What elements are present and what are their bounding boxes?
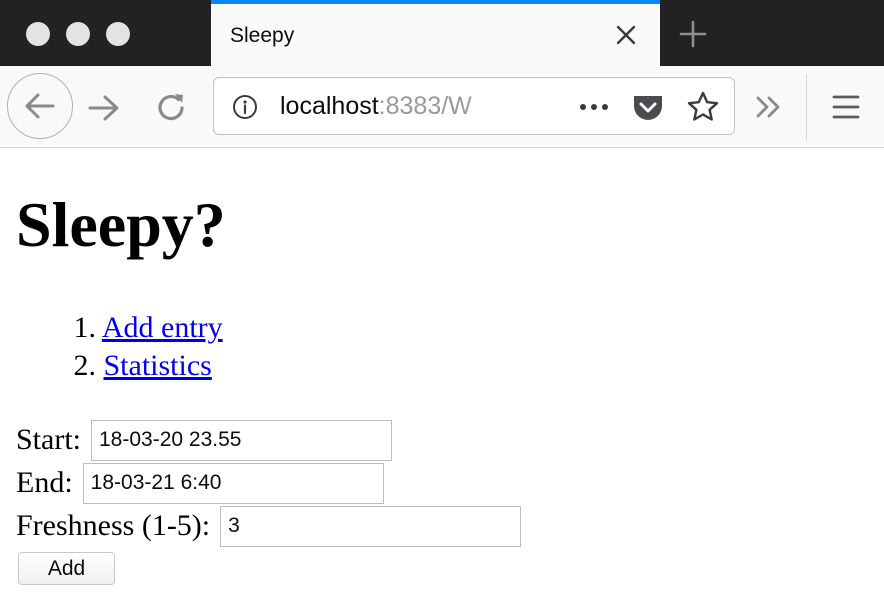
nav-item-add-entry: 1. Add entry — [60, 309, 223, 347]
window-titlebar: Sleepy — [0, 0, 884, 66]
more-dots-icon[interactable] — [576, 94, 612, 120]
close-icon[interactable] — [613, 22, 639, 48]
end-input[interactable] — [82, 462, 384, 504]
star-icon[interactable] — [686, 90, 720, 124]
end-row: End: — [16, 462, 384, 504]
window-close-dot[interactable] — [26, 22, 50, 46]
overflow-chevron-icon[interactable] — [752, 90, 786, 124]
page-content: Sleepy? 1. Add entry 2. Statistics Start… — [0, 149, 884, 610]
start-input[interactable] — [91, 419, 392, 461]
forward-arrow-icon[interactable] — [86, 90, 122, 126]
url-path: :8383/W — [378, 92, 472, 120]
back-arrow-icon — [25, 93, 55, 119]
tab-title: Sleepy — [230, 24, 295, 47]
hamburger-menu-icon[interactable] — [830, 92, 862, 122]
window-zoom-dot[interactable] — [106, 22, 130, 46]
tab-sleepy[interactable]: Sleepy — [211, 0, 660, 66]
url-bar[interactable]: localhost:8383/W — [213, 77, 735, 135]
start-row: Start: — [16, 419, 392, 461]
nav-item-statistics: 2. Statistics — [60, 347, 223, 385]
pocket-icon[interactable] — [631, 90, 665, 124]
freshness-input[interactable] — [220, 505, 522, 547]
back-button[interactable] — [7, 73, 73, 139]
plus-icon[interactable] — [678, 19, 708, 49]
add-button[interactable]: Add — [18, 552, 115, 585]
toolbar-separator — [806, 74, 807, 140]
add-entry-link[interactable]: Add entry — [102, 311, 223, 344]
reload-icon[interactable] — [154, 90, 190, 126]
list-number: 2. — [73, 349, 97, 382]
navigation-toolbar: localhost:8383/W — [0, 66, 884, 148]
info-icon[interactable] — [232, 94, 258, 120]
page-nav-list: 1. Add entry 2. Statistics — [60, 309, 223, 385]
page-title: Sleepy? — [16, 189, 226, 260]
statistics-link[interactable]: Statistics — [104, 349, 212, 382]
freshness-label: Freshness (1-5): — [16, 509, 211, 542]
url-fade — [464, 88, 514, 126]
list-number: 1. — [73, 311, 97, 344]
url-host: localhost — [280, 92, 379, 120]
freshness-row: Freshness (1-5): — [16, 505, 522, 547]
start-label: Start: — [16, 423, 81, 456]
end-label: End: — [16, 466, 73, 499]
window-minimize-dot[interactable] — [66, 22, 90, 46]
